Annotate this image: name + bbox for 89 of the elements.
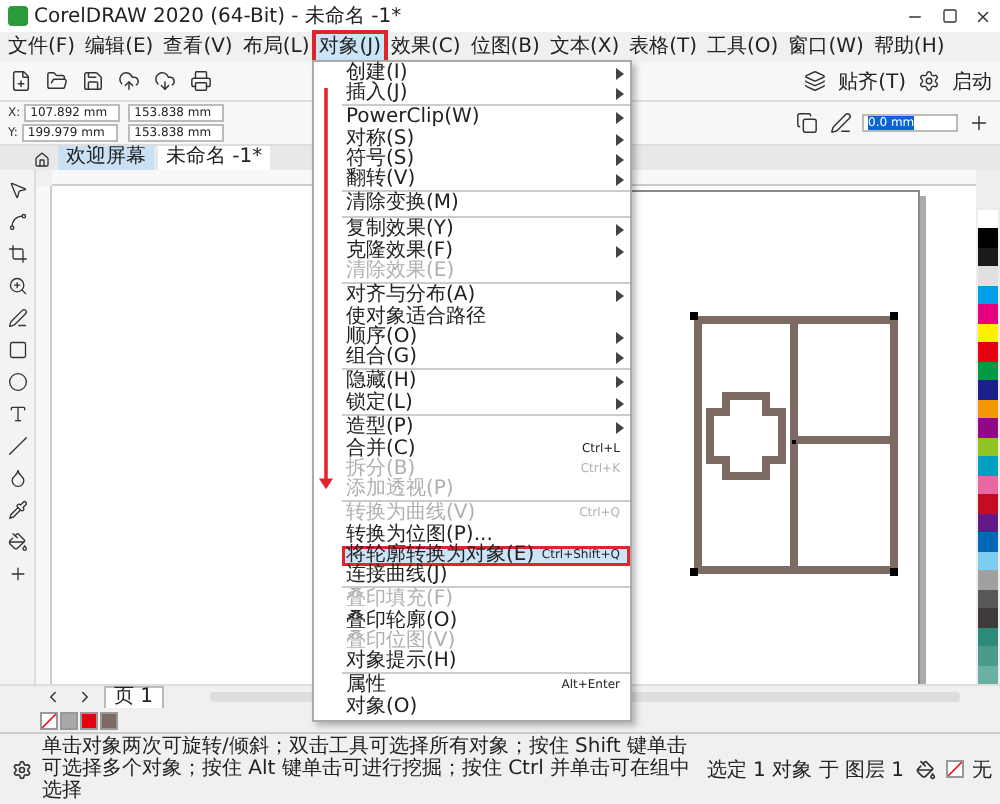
zoom-icon[interactable] [4,272,30,298]
maximize-button[interactable] [940,7,958,25]
printer-icon[interactable] [188,68,214,94]
menu-item[interactable]: PowerClip(W) [342,104,630,130]
color-swatch[interactable] [100,711,118,729]
ellipse-icon[interactable] [4,368,30,394]
color-swatch[interactable] [978,380,998,400]
menu-item[interactable]: 文本(X) [545,34,624,60]
page-tab[interactable]: 页 1 [104,685,164,709]
color-swatch[interactable] [978,608,998,628]
color-swatch[interactable] [978,456,998,476]
color-swatch[interactable] [978,418,998,438]
color-swatch[interactable] [978,494,998,514]
color-swatch[interactable] [978,266,998,286]
pen-icon[interactable] [4,304,30,330]
pen-icon[interactable] [828,110,854,136]
open-folder-icon[interactable] [44,68,70,94]
menu-item[interactable]: 造型(P) [342,414,630,440]
menu-item[interactable]: 顺序(O) [342,328,630,348]
menu-item[interactable]: 对象(J) [315,34,385,60]
curve-icon[interactable] [4,208,30,234]
menu-item[interactable]: 对象(O) [342,698,630,718]
menu-item[interactable]: 效果(C) [386,34,465,60]
menu-item[interactable]: 插入(J) [342,84,630,104]
cloud-download-icon[interactable] [152,68,178,94]
color-swatch[interactable] [978,210,998,229]
menu-item[interactable]: 对齐与分布(A) [342,282,630,308]
floor-plan-drawing[interactable] [690,312,898,576]
layers-icon[interactable] [802,68,829,94]
menu-item[interactable]: 连接曲线(J) [342,566,630,586]
menu-item[interactable]: 使对象适合路径 [342,308,630,328]
menu-item[interactable]: 叠印轮廓(O) [342,612,630,632]
menu-item[interactable]: 对称(S) [342,130,630,150]
menu-item[interactable]: 对象提示(H) [342,652,630,672]
outline-status: 无 [972,757,992,783]
menu-item[interactable]: 锁定(L) [342,394,630,414]
menu-item[interactable]: 符号(S) [342,150,630,170]
no-color-swatch[interactable] [40,711,58,729]
close-icon [974,7,992,25]
window-title: CorelDRAW 2020 (64-Bit) - 未命名 -1* [34,3,404,30]
app-logo-icon [8,6,28,26]
launch-menu[interactable]: 启动 [952,67,992,95]
submenu-arrow-icon [616,290,624,302]
selection-info: 选定 1 对象 于 图层 1 [706,757,904,783]
eyedropper-icon[interactable] [4,496,30,522]
menu-item[interactable]: 文件(F) [4,34,80,60]
menu-item[interactable]: 克隆效果(F) [342,242,630,262]
fill-icon [912,756,938,782]
menu-item[interactable]: 清除变换(M) [342,190,630,216]
rectangle-icon[interactable] [4,336,30,362]
close-button[interactable] [974,7,992,25]
settings-icon[interactable] [8,756,34,782]
add-icon[interactable] [966,110,992,136]
menu-item[interactable]: 表格(T) [625,34,702,60]
menu-item[interactable]: 窗口(W) [784,34,868,60]
menu-item[interactable]: 编辑(E) [81,34,158,60]
color-swatch[interactable] [60,711,78,729]
color-swatch[interactable] [978,570,998,590]
menu-item[interactable]: 翻转(V) [342,170,630,190]
copy-icon[interactable] [794,110,820,136]
color-swatch[interactable] [978,646,998,666]
menu-item[interactable]: 组合(G) [342,348,630,368]
menu-item[interactable]: 复制效果(Y) [342,216,630,242]
no-outline-icon [946,760,964,778]
menu-item[interactable]: 查看(V) [159,34,237,60]
color-swatch[interactable] [80,711,98,729]
document-tab[interactable]: 欢迎屏幕 [58,146,154,170]
cloud-upload-icon[interactable] [116,68,142,94]
save-icon[interactable] [80,68,106,94]
color-swatch[interactable] [978,304,998,324]
menu-item[interactable]: 创建(I) [342,64,630,84]
menu-item[interactable]: 工具(O) [703,34,783,60]
fill-icon[interactable] [4,528,30,554]
crop-icon[interactable] [4,240,30,266]
color-swatch[interactable] [978,228,998,248]
menu-item[interactable]: 位图(B) [466,34,544,60]
maximize-icon [941,8,957,24]
line-icon[interactable] [4,432,30,458]
color-swatch[interactable] [978,532,998,552]
snap-menu[interactable]: 贴齐(T) [838,67,906,95]
status-hint: 单击对象两次可旋转/倾斜；双击工具可选择所有对象；按住 Shift 键单击可选择多个对象；按住 Alt 键单击可进行挖掘；按住 Ctrl 并单击可在组中选择 [42,736,693,802]
new-document-icon[interactable] [8,68,34,94]
menu-item[interactable]: 转换为位图(P)... [342,526,630,546]
menu-item[interactable]: 隐藏(H) [342,368,630,394]
menu-item[interactable]: 布局(L) [238,34,314,60]
document-tab[interactable]: 未命名 -1* [158,146,271,170]
color-swatch[interactable] [978,342,998,362]
menu-item[interactable]: 帮助(H) [869,34,949,60]
settings-icon[interactable] [916,68,942,94]
